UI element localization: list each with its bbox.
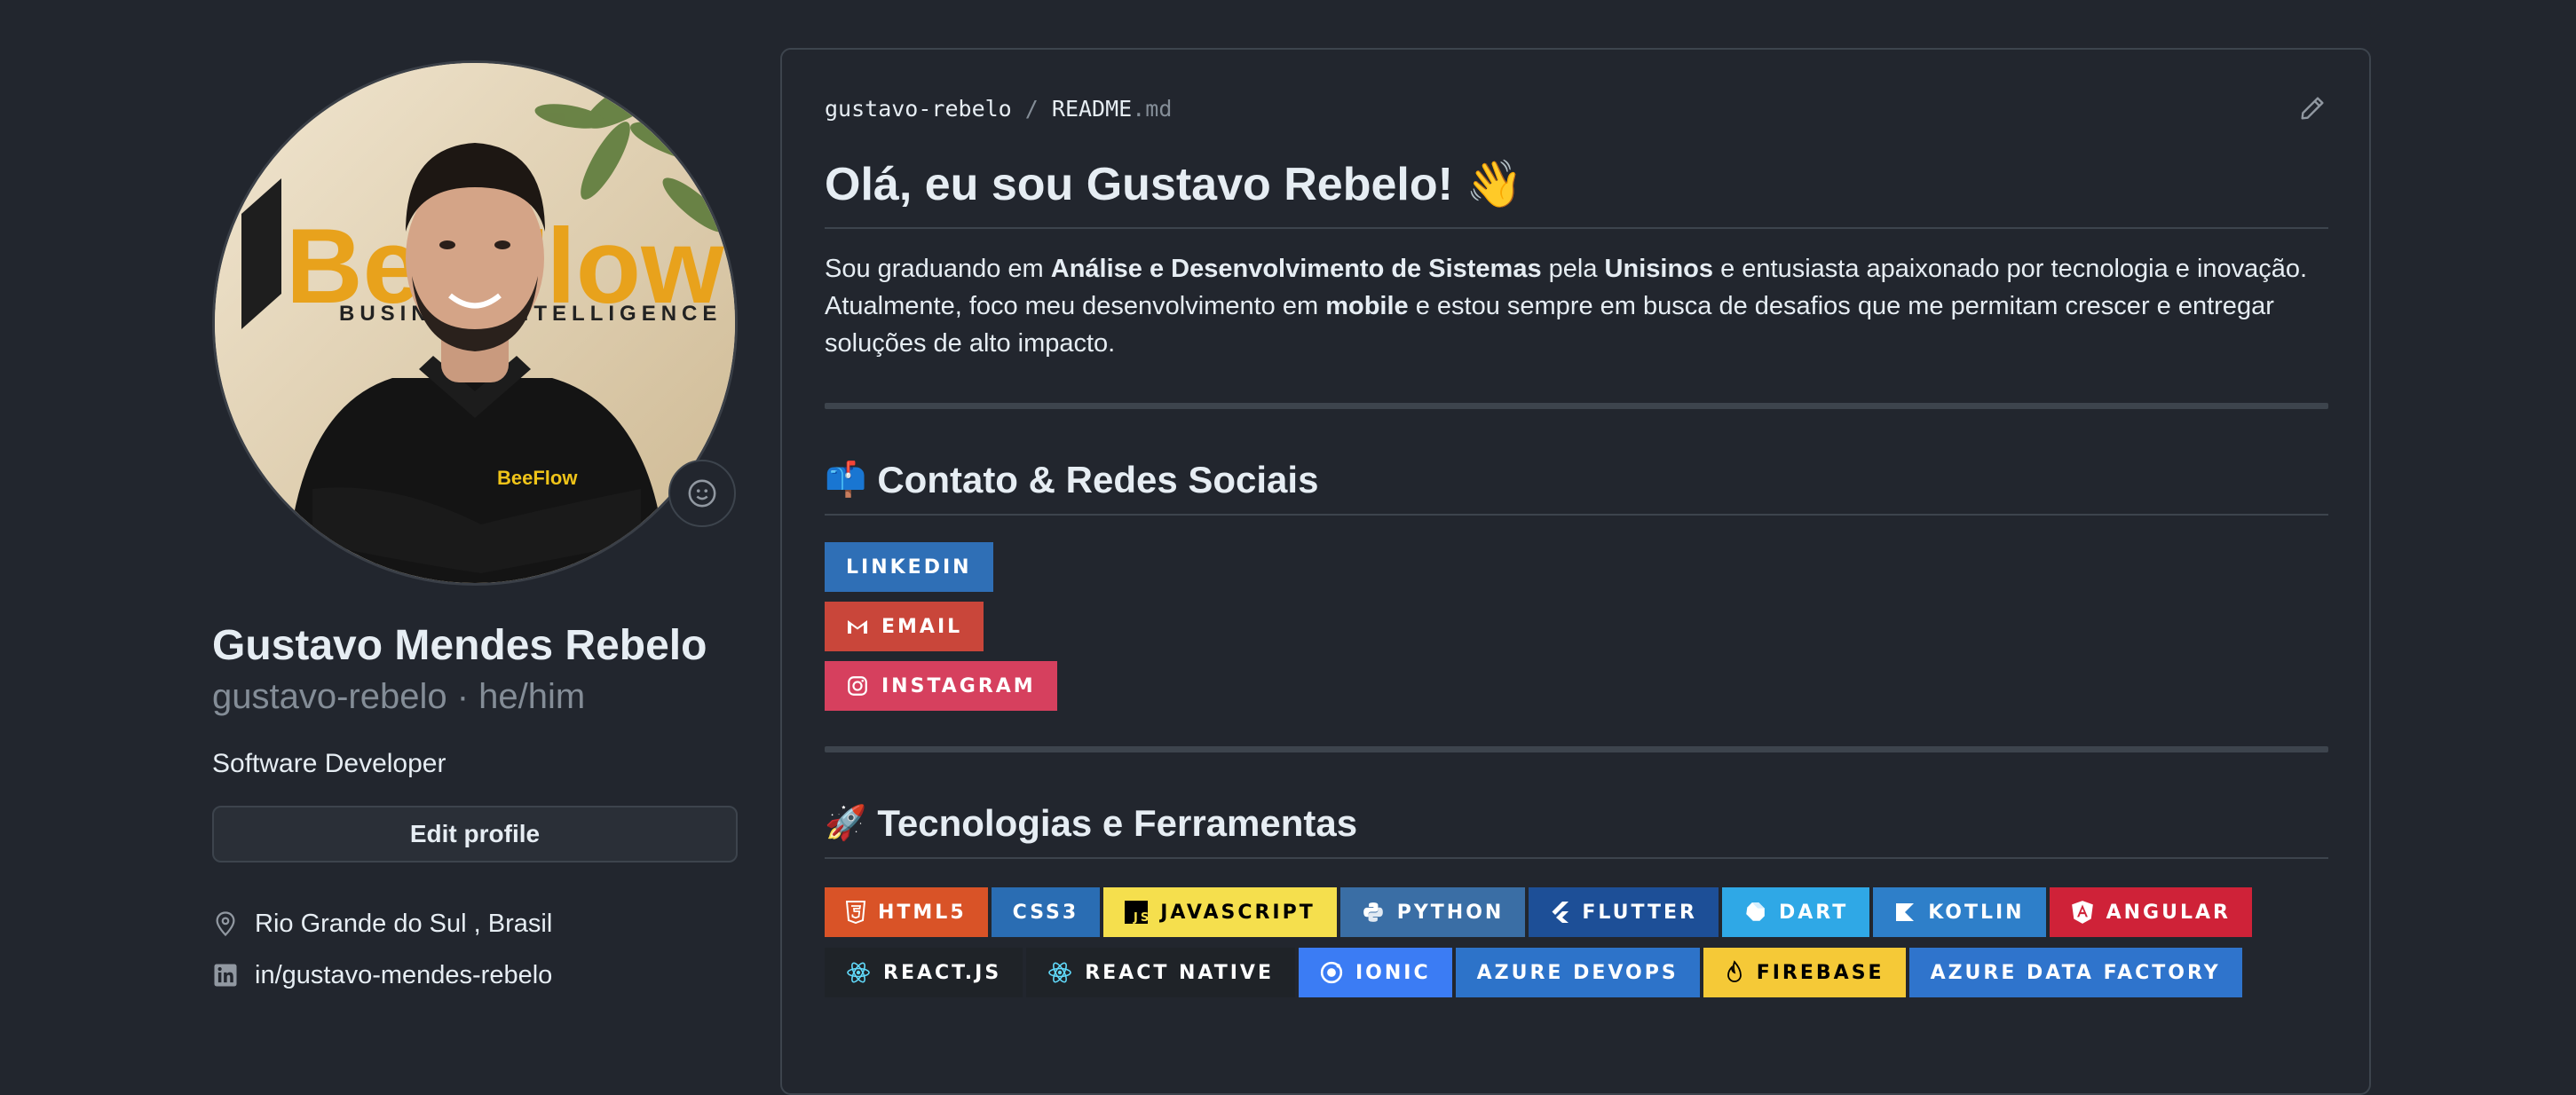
email-badge-label: EMAIL <box>881 615 963 638</box>
readme-path-file: README <box>1051 96 1133 122</box>
react-icon <box>1048 962 1072 983</box>
avatar-photo: BeeFlow BUSINESS INTELLIGENCE <box>215 63 735 583</box>
linkedin-link[interactable]: in/gustavo-mendes-rebelo <box>255 961 552 990</box>
firebase-icon <box>1727 960 1742 982</box>
contact-badges: LINKEDIN EMAIL INSTAGRAM <box>825 542 2328 711</box>
profile-full-name: Gustavo Mendes Rebelo <box>212 622 707 669</box>
gmail-icon <box>848 620 867 634</box>
kotlin-icon <box>1896 903 1915 921</box>
angular-badge-label: ANGULAR <box>2106 901 2231 924</box>
profile-sidebar: BeeFlow BUSINESS INTELLIGENCE <box>212 60 738 1001</box>
ionic-badge-label: IONIC <box>1355 961 1431 984</box>
avatar-container: BeeFlow BUSINESS INTELLIGENCE <box>212 60 738 586</box>
angular-icon <box>2071 901 2093 924</box>
flutter-icon <box>1552 902 1569 923</box>
intro-bold-university: Unisinos <box>1604 255 1714 283</box>
horizontal-rule <box>825 403 2328 409</box>
reactjs-badge[interactable]: REACT.JS <box>825 948 1023 997</box>
email-badge[interactable]: EMAIL <box>825 602 984 651</box>
readme-intro: Sou graduando em Análise e Desenvolvimen… <box>825 250 2328 362</box>
reactjs-badge-label: REACT.JS <box>883 961 1002 984</box>
ionic-icon <box>1320 961 1343 984</box>
html5-icon <box>846 901 865 924</box>
azure-devops-badge[interactable]: AZURE DEVOPS <box>1455 948 1700 997</box>
location-pin-icon <box>216 911 235 937</box>
firebase-badge[interactable]: FIREBASE <box>1703 948 1906 997</box>
python-badge-label: PYTHON <box>1396 901 1505 924</box>
html5-badge-label: HTML5 <box>878 901 967 924</box>
instagram-badge-label: INSTAGRAM <box>881 674 1036 697</box>
smiley-icon <box>688 479 716 508</box>
readme-path-ext: .md <box>1132 96 1173 122</box>
readme-title: Olá, eu sou Gustavo Rebelo! 👋 <box>825 153 2328 229</box>
intro-bold-degree: Análise e Desenvolvimento de Sistemas <box>1050 255 1542 283</box>
azure-devops-badge-label: AZURE DEVOPS <box>1476 961 1679 984</box>
instagram-icon <box>848 676 867 696</box>
edit-profile-button[interactable]: Edit profile <box>212 806 738 863</box>
python-icon <box>1363 902 1383 922</box>
dart-badge-label: DART <box>1778 901 1849 924</box>
css3-badge[interactable]: CSS3 <box>991 887 1101 937</box>
linkedin-badge[interactable]: LINKEDIN <box>825 542 993 592</box>
tech-heading: 🚀 Tecnologias e Ferramentas <box>825 799 2328 859</box>
pencil-icon <box>2301 97 2324 120</box>
linkedin-row[interactable]: in/gustavo-mendes-rebelo <box>212 949 738 1001</box>
angular-badge[interactable]: ANGULAR <box>2049 887 2252 937</box>
contact-heading: 📫 Contato & Redes Sociais <box>825 455 2328 516</box>
intro-text-2: pela <box>1541 255 1605 283</box>
readme-content: Olá, eu sou Gustavo Rebelo! 👋 Sou gradua… <box>825 153 2328 1008</box>
flutter-badge[interactable]: FLUTTER <box>1529 887 1719 937</box>
profile-bio: Software Developer <box>212 749 446 778</box>
firebase-badge-label: FIREBASE <box>1756 961 1885 984</box>
set-status-button[interactable] <box>668 460 736 527</box>
profile-login-pronouns: gustavo-rebelo · he/him <box>212 677 586 716</box>
css3-badge-label: CSS3 <box>1012 901 1079 924</box>
readme-path-user[interactable]: gustavo-rebelo <box>825 96 1012 122</box>
javascript-badge-label: JAVASCRIPT <box>1160 901 1316 924</box>
contact-heading-text: Contato & Redes Sociais <box>877 459 1319 500</box>
tech-badges: HTML5 CSS3 JS JAVASCRIPT PYTHON FLUTTER … <box>825 887 2328 1008</box>
azure-data-factory-badge[interactable]: AZURE DATA FACTORY <box>1908 948 2242 997</box>
dart-icon <box>1746 902 1765 921</box>
svg-text:JS: JS <box>1133 911 1148 924</box>
readme-card: gustavo-rebelo / README.md Olá, eu sou G… <box>780 48 2371 1095</box>
intro-bold-mobile: mobile <box>1325 292 1409 320</box>
javascript-badge[interactable]: JS JAVASCRIPT <box>1103 887 1337 937</box>
avatar[interactable]: BeeFlow BUSINESS INTELLIGENCE <box>212 60 738 586</box>
instagram-badge[interactable]: INSTAGRAM <box>825 661 1057 711</box>
linkedin-badge-label: LINKEDIN <box>846 555 972 579</box>
dart-badge[interactable]: DART <box>1721 887 1870 937</box>
linkedin-icon <box>214 964 237 987</box>
intro-text-1: Sou graduando em <box>825 255 1051 283</box>
react-native-badge[interactable]: REACT NATIVE <box>1026 948 1295 997</box>
location-text: Rio Grande do Sul , Brasil <box>255 909 553 938</box>
kotlin-badge-label: KOTLIN <box>1928 901 2025 924</box>
mailbox-emoji: 📫 <box>825 461 867 499</box>
react-icon <box>847 962 870 983</box>
profile-meta: Rio Grande do Sul , Brasil in/gustavo-me… <box>212 898 738 1001</box>
python-badge[interactable]: PYTHON <box>1339 887 1526 937</box>
readme-breadcrumb: gustavo-rebelo / README.md <box>825 96 1172 122</box>
location-row: Rio Grande do Sul , Brasil <box>212 898 738 949</box>
html5-badge[interactable]: HTML5 <box>825 887 988 937</box>
kotlin-badge[interactable]: KOTLIN <box>1873 887 2046 937</box>
shirt-logo-text: BeeFlow <box>497 467 578 489</box>
flutter-badge-label: FLUTTER <box>1582 901 1697 924</box>
readme-path-separator: / <box>1024 96 1039 122</box>
horizontal-rule <box>825 746 2328 752</box>
rocket-emoji: 🚀 <box>825 805 867 842</box>
tech-heading-text: Tecnologias e Ferramentas <box>877 802 1358 844</box>
edit-readme-button[interactable] <box>2298 94 2327 127</box>
azure-data-factory-badge-label: AZURE DATA FACTORY <box>1930 961 2221 984</box>
ionic-badge[interactable]: IONIC <box>1299 948 1452 997</box>
react-native-badge-label: REACT NATIVE <box>1085 961 1274 984</box>
js-icon: JS <box>1125 901 1149 924</box>
